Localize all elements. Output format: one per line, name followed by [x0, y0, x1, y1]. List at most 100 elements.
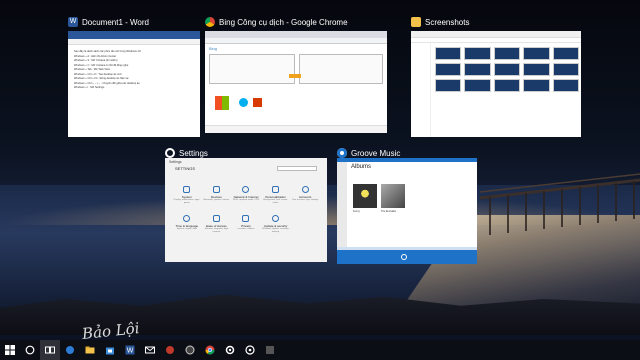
settings-search-input[interactable]	[277, 166, 317, 171]
groove-icon	[337, 148, 347, 158]
category-description: Narrator, magnifier, high contrast	[204, 228, 229, 233]
album-cover-kenny[interactable]	[353, 184, 377, 208]
screenshot-thumbnail[interactable]	[493, 63, 521, 76]
edge-icon	[66, 346, 74, 354]
window-header: Screenshots	[411, 15, 581, 29]
settings-category-ease-of-access[interactable]: Ease of Access Narrator, magnifier, high…	[203, 215, 231, 234]
window-thumbnail: Settings SETTINGS System Display, notifi…	[165, 158, 327, 262]
window-thumbnail: Bing	[205, 31, 387, 133]
taskbar-file-explorer[interactable]	[80, 340, 100, 360]
category-description: Display, notifications, apps, power	[173, 199, 200, 204]
task-view-window-explorer[interactable]: Screenshots	[411, 15, 581, 137]
settings-category-devices[interactable]: Devices Bluetooth, printers, mouse	[203, 186, 231, 205]
screenshot-thumbnail[interactable]	[493, 47, 521, 60]
task-view-window-word[interactable]: W Document1 - Word Sau đây là danh sách …	[68, 15, 200, 137]
taskbar-store[interactable]	[100, 340, 120, 360]
settings-category-privacy[interactable]: Privacy Location, camera	[232, 215, 260, 234]
screenshot-thumbnail[interactable]	[523, 79, 550, 92]
album-title: The Revivalist	[381, 210, 397, 213]
screenshot-thumbnail[interactable]	[523, 63, 550, 76]
taskbar-chrome[interactable]	[200, 340, 220, 360]
screenshot-thumbnail[interactable]	[464, 79, 491, 92]
task-view-icon	[45, 346, 55, 354]
now-playing-bar	[337, 250, 477, 264]
search-button[interactable]	[20, 340, 40, 360]
word-icon: W	[68, 17, 78, 27]
settings-heading: SETTINGS	[175, 166, 196, 171]
screenshot-thumbnail[interactable]	[552, 47, 579, 60]
app-icon	[185, 345, 195, 355]
document-page: Sau đây là danh sách các phím tắt mới tr…	[68, 45, 200, 96]
taskbar-mail[interactable]	[140, 340, 160, 360]
category-description: Location, camera	[237, 228, 255, 230]
category-description: Your account, sync settings	[291, 199, 319, 201]
category-description: Wi-Fi, airplane mode, VPN	[233, 199, 259, 201]
logo-tiles	[215, 96, 229, 110]
window-title: Groove Music	[351, 148, 401, 158]
taskbar-groove[interactable]	[240, 340, 260, 360]
window-thumbnail	[411, 31, 581, 137]
task-view-window-settings[interactable]: Settings Settings SETTINGS System Displa…	[165, 146, 327, 262]
monitor-icon	[183, 186, 191, 193]
window-title: Settings	[179, 148, 208, 158]
taskbar-edge[interactable]	[60, 340, 80, 360]
chrome-icon	[205, 345, 215, 355]
album-cover-revivalist[interactable]	[381, 184, 405, 208]
window-thumbnail: Albums Kenny The Revivalist	[337, 158, 477, 264]
svg-text:W: W	[127, 348, 134, 355]
task-view-window-groove[interactable]: Groove Music Albums Kenny The Revivalist	[337, 146, 477, 264]
settings-window-title: Settings	[169, 160, 182, 164]
groove-title-bar	[337, 158, 477, 162]
albums-heading: Albums	[351, 164, 372, 170]
folder-icon	[85, 346, 95, 354]
task-view-window-chrome[interactable]: Bing Công cụ dịch - Google Chrome Bing	[205, 15, 387, 133]
settings-category-system[interactable]: System Display, notifications, apps, pow…	[173, 186, 201, 205]
taskbar-settings[interactable]	[220, 340, 240, 360]
screenshot-thumbnail[interactable]	[464, 63, 491, 76]
app-icon	[166, 346, 174, 354]
keyboard-icon	[212, 186, 220, 193]
translator-source-box	[209, 54, 295, 84]
person-icon	[301, 186, 309, 193]
taskbar-app-b[interactable]	[180, 340, 200, 360]
settings-category-accounts[interactable]: Accounts Your account, sync settings	[291, 186, 319, 205]
chrome-tab-strip	[205, 31, 387, 38]
explorer-navigation-pane	[411, 43, 431, 137]
category-description: Speech, region, date	[176, 228, 197, 230]
screenshot-thumbnail[interactable]	[435, 63, 462, 76]
taskbar-app-a[interactable]	[160, 340, 180, 360]
word-ribbon	[68, 31, 200, 39]
screenshot-thumbnail[interactable]	[523, 47, 550, 60]
folder-icon	[411, 17, 421, 27]
window-thumbnail: Sau đây là danh sách các phím tắt mới tr…	[68, 31, 200, 137]
groove-icon	[245, 345, 255, 355]
settings-category-personalization[interactable]: Personalization Background, lock screen,…	[262, 186, 290, 205]
taskbar-app-c[interactable]	[260, 340, 280, 360]
screenshot-thumbnail[interactable]	[464, 47, 491, 60]
task-view-button[interactable]	[40, 340, 60, 360]
window-header: W Document1 - Word	[68, 15, 200, 29]
play-button[interactable]	[401, 254, 407, 260]
screenshot-thumbnail[interactable]	[552, 79, 579, 92]
groove-sidebar	[337, 162, 347, 250]
category-description: Windows Update, recovery, backup	[262, 228, 289, 233]
screenshot-thumbnail[interactable]	[552, 63, 579, 76]
accessibility-icon	[212, 215, 220, 222]
settings-category-network[interactable]: Network & Internet Wi-Fi, airplane mode,…	[232, 186, 260, 205]
explorer-ribbon	[411, 31, 581, 38]
taskbar-word[interactable]: W	[120, 340, 140, 360]
window-title: Screenshots	[425, 17, 470, 27]
screenshot-thumbnail[interactable]	[435, 79, 462, 92]
translate-button[interactable]	[289, 74, 301, 78]
settings-category-time-language[interactable]: Time & language Speech, region, date	[173, 215, 201, 234]
office-icon	[253, 98, 262, 107]
screenshot-thumbnail[interactable]	[435, 47, 462, 60]
album-title: Kenny	[353, 210, 360, 213]
search-icon	[25, 345, 35, 355]
screenshot-thumbnail[interactable]	[493, 79, 521, 92]
start-button[interactable]	[0, 340, 20, 360]
explorer-file-grid	[435, 47, 579, 92]
clock-icon	[183, 215, 191, 222]
brush-icon	[272, 186, 280, 193]
settings-category-update-security[interactable]: Update & security Windows Update, recove…	[262, 215, 290, 234]
